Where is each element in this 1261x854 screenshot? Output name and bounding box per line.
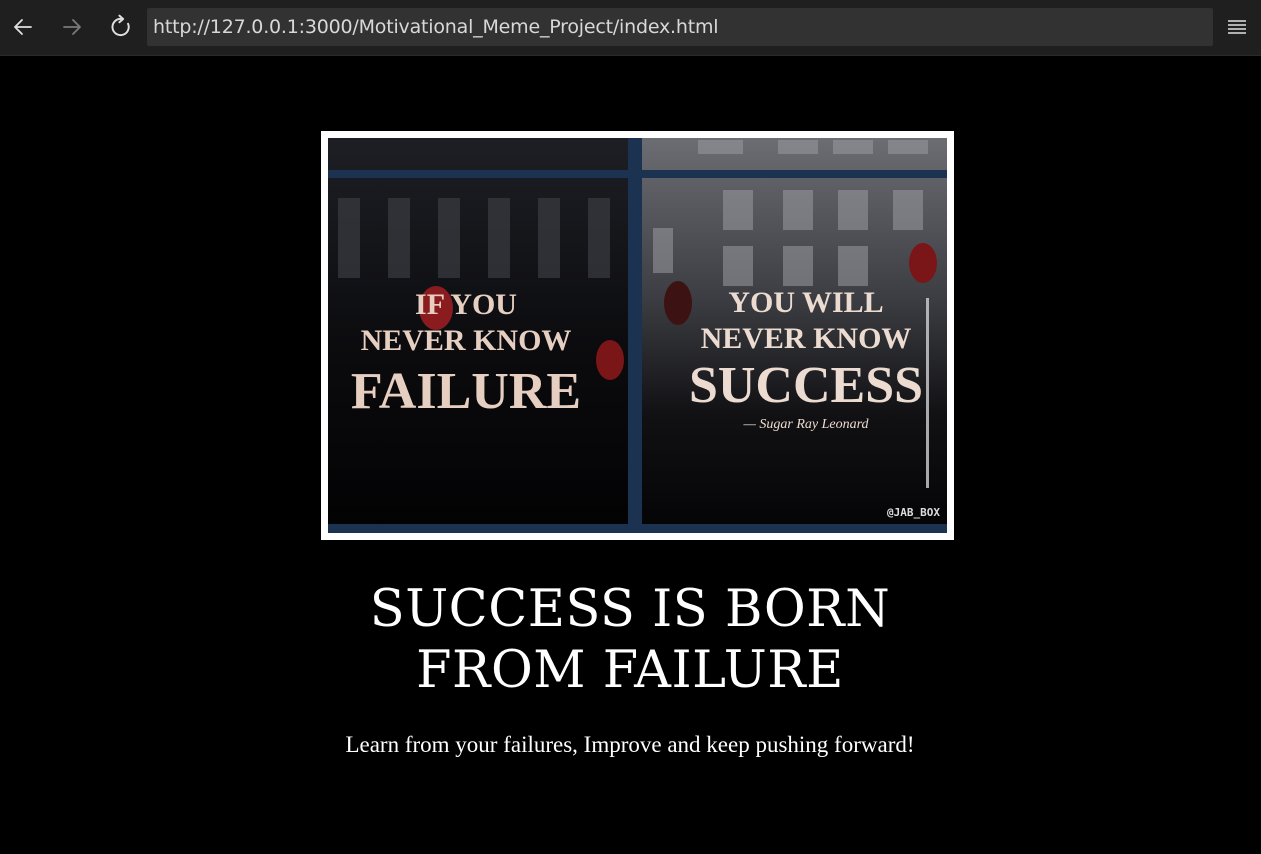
reload-button[interactable] <box>104 10 138 44</box>
page-subtitle: Learn from your failures, Improve and ke… <box>345 732 915 757</box>
page-content: IF YOU NEVER KNOW FAILURE YOU WILL NEVER… <box>0 57 1261 854</box>
meme-right-line2: NEVER KNOW <box>701 322 912 355</box>
meme-watermark: @JAB_BOX <box>887 506 940 519</box>
browser-toolbar: http://127.0.0.1:3000/Motivational_Meme_… <box>0 0 1261 56</box>
url-text: http://127.0.0.1:3000/Motivational_Meme_… <box>153 16 719 38</box>
meme-attribution: — Sugar Ray Leonard <box>742 417 869 432</box>
page-headline: SUCCESS IS BORN FROM FAILURE <box>280 579 980 701</box>
headline-line1: SUCCESS IS BORN <box>369 580 891 639</box>
arrow-left-icon <box>14 19 32 35</box>
forward-button[interactable] <box>55 10 89 44</box>
meme-left-line2: NEVER KNOW <box>361 324 572 357</box>
meme-right-line3: SUCCESS <box>689 357 923 414</box>
meme-frame: IF YOU NEVER KNOW FAILURE YOU WILL NEVER… <box>321 131 954 540</box>
address-bar[interactable]: http://127.0.0.1:3000/Motivational_Meme_… <box>147 8 1213 46</box>
reload-icon <box>111 14 130 37</box>
back-button[interactable] <box>6 10 40 44</box>
meme-right-line1: YOU WILL <box>728 286 883 319</box>
headline-line2: FROM FAILURE <box>416 641 844 700</box>
hamburger-menu-icon <box>1228 20 1246 34</box>
menu-button[interactable] <box>1222 12 1252 42</box>
meme-left-line3: FAILURE <box>351 363 581 420</box>
arrow-right-icon <box>63 19 81 35</box>
meme-image: IF YOU NEVER KNOW FAILURE YOU WILL NEVER… <box>328 138 947 533</box>
meme-left-line1: IF YOU <box>415 288 517 321</box>
